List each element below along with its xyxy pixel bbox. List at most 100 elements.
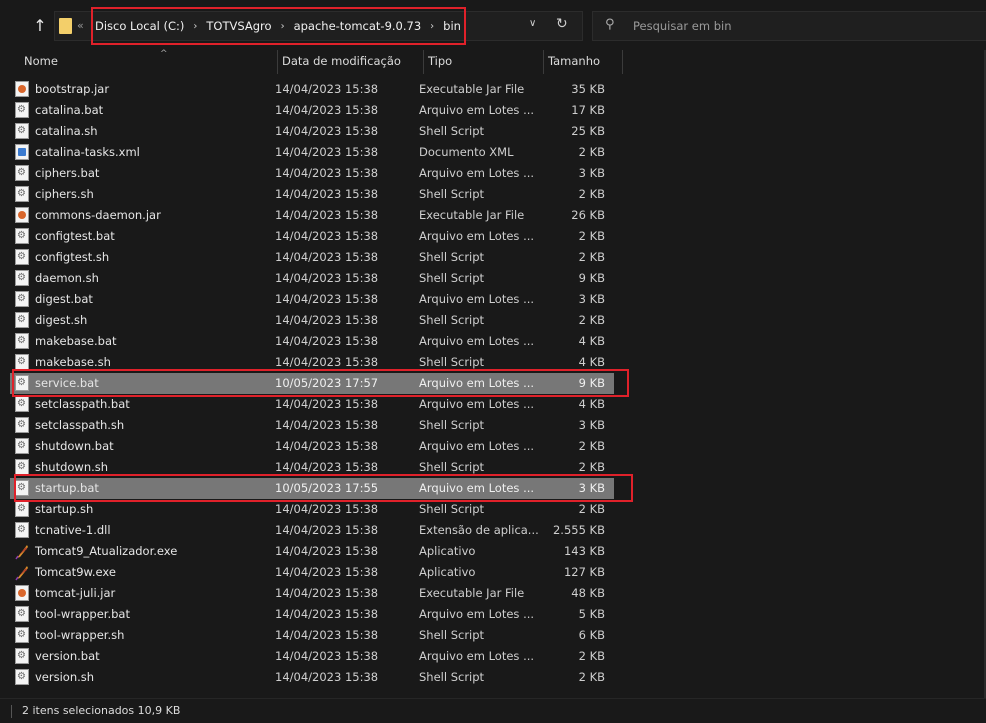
sh-file-icon: ⚙ (15, 417, 29, 433)
file-row[interactable]: ⚙ setclasspath.sh 14/04/2023 15:38 Shell Sc… (10, 415, 614, 436)
file-date: 14/04/2023 15:38 (275, 166, 379, 180)
file-row[interactable]: ⚙ digest.sh 14/04/2023 15:38 Shell Script 2 … (10, 310, 614, 331)
sh-file-icon: ⚙ (15, 312, 29, 328)
file-size: 2 KB (578, 229, 605, 243)
file-row[interactable]: ⚙ digest.bat 14/04/2023 15:38 Arquivo em Lo… (10, 289, 614, 310)
search-icon: ⚲ (605, 17, 615, 32)
file-row[interactable]: ⚙ setclasspath.bat 14/04/2023 15:38 Arquivo… (10, 394, 614, 415)
file-name: catalina.sh (35, 124, 98, 138)
file-row[interactable]: commons-daemon.jar 14/04/2023 15:38 Execut… (10, 205, 614, 226)
file-date: 14/04/2023 15:38 (275, 103, 379, 117)
arrow-up-icon[interactable]: ↑ (30, 15, 50, 37)
file-size: 3 KB (578, 418, 605, 432)
file-name: version.sh (35, 670, 95, 684)
file-date: 14/04/2023 15:38 (275, 250, 379, 264)
file-row[interactable]: ⚙ catalina.bat 14/04/2023 15:38 Arquivo em … (10, 100, 614, 121)
file-name: catalina-tasks.xml (35, 145, 140, 159)
file-size: 17 KB (571, 103, 605, 117)
file-row[interactable]: tomcat-juli.jar 14/04/2023 15:38 Executabl… (10, 583, 614, 604)
column-header-size[interactable]: Tamanho (544, 50, 623, 74)
sh-file-icon: ⚙ (15, 501, 29, 517)
file-type: Executable Jar File (419, 586, 525, 600)
column-header: ^ Nome Data de modificação Tipo Tamanho (10, 49, 986, 74)
file-size: 2 KB (578, 502, 605, 516)
refresh-icon[interactable]: ↻ (556, 16, 568, 32)
file-name: tool-wrapper.bat (35, 607, 130, 621)
file-date: 14/04/2023 15:38 (275, 586, 379, 600)
file-name: commons-daemon.jar (35, 208, 161, 222)
file-name: configtest.bat (35, 229, 115, 243)
file-row[interactable]: ⚙ startup.sh 14/04/2023 15:38 Shell Script 2… (10, 499, 614, 520)
file-type: Arquivo em Lotes ... (419, 649, 535, 663)
file-date: 14/04/2023 15:38 (275, 460, 379, 474)
file-name: tcnative-1.dll (35, 523, 111, 537)
file-type: Shell Script (419, 460, 485, 474)
file-row[interactable]: ⚙ ciphers.bat 14/04/2023 15:38 Arquivo em L… (10, 163, 614, 184)
file-size: 4 KB (578, 397, 605, 411)
sh-file-icon: ⚙ (15, 186, 29, 202)
startup-bat-highlight-box (14, 474, 633, 502)
address-highlight-box (91, 7, 466, 45)
file-size: 2 KB (578, 145, 605, 159)
file-name: digest.sh (35, 313, 88, 327)
file-date: 14/04/2023 15:38 (275, 292, 379, 306)
file-date: 14/04/2023 15:38 (275, 544, 379, 558)
file-row[interactable]: ⚙ shutdown.bat 14/04/2023 15:38 Arquivo em … (10, 436, 614, 457)
file-date: 14/04/2023 15:38 (275, 82, 379, 96)
file-type: Shell Script (419, 187, 485, 201)
file-type: Shell Script (419, 271, 485, 285)
tomcat-feather-icon (15, 564, 29, 581)
tomcat-feather-icon (15, 543, 29, 560)
file-row[interactable]: ⚙ catalina.sh 14/04/2023 15:38 Shell Script… (10, 121, 614, 142)
file-size: 2 KB (578, 313, 605, 327)
bat-file-icon: ⚙ (15, 291, 29, 307)
search-box[interactable]: ⚲ Pesquisar em bin (592, 11, 986, 41)
file-row[interactable]: ⚙ tcnative-1.dll 14/04/2023 15:38 Extensão … (10, 520, 614, 541)
file-type: Shell Script (419, 355, 485, 369)
file-size: 26 KB (571, 208, 605, 222)
file-size: 127 KB (563, 565, 605, 579)
service-bat-highlight-box (12, 369, 629, 397)
file-row[interactable]: ⚙ version.sh 14/04/2023 15:38 Shell Script 2… (10, 667, 614, 688)
file-row[interactable]: ⚙ configtest.sh 14/04/2023 15:38 Shell Scri… (10, 247, 614, 268)
file-date: 14/04/2023 15:38 (275, 208, 379, 222)
file-row[interactable]: ⚙ makebase.bat 14/04/2023 15:38 Arquivo em … (10, 331, 614, 352)
file-name: tool-wrapper.sh (35, 628, 125, 642)
file-name: version.bat (35, 649, 100, 663)
file-name: makebase.bat (35, 334, 117, 348)
file-row[interactable]: Tomcat9_Atualizador.exe 14/04/2023 15:38 A… (10, 541, 614, 562)
file-type: Shell Script (419, 250, 485, 264)
file-type: Documento XML (419, 145, 514, 159)
file-date: 14/04/2023 15:38 (275, 313, 379, 327)
file-type: Shell Script (419, 124, 485, 138)
file-row[interactable]: catalina-tasks.xml 14/04/2023 15:38 Docume… (10, 142, 614, 163)
file-name: Tomcat9_Atualizador.exe (35, 544, 178, 558)
file-row[interactable]: ⚙ tool-wrapper.sh 14/04/2023 15:38 Shell Sc… (10, 625, 614, 646)
jar-file-icon (15, 81, 29, 97)
file-row[interactable]: ⚙ tool-wrapper.bat 14/04/2023 15:38 Arquivo… (10, 604, 614, 625)
file-size: 35 KB (571, 82, 605, 96)
chevron-down-icon[interactable]: ∨ (529, 18, 536, 29)
file-type: Arquivo em Lotes ... (419, 292, 535, 306)
file-date: 14/04/2023 15:38 (275, 187, 379, 201)
file-row[interactable]: ⚙ configtest.bat 14/04/2023 15:38 Arquivo e… (10, 226, 614, 247)
column-header-date[interactable]: Data de modificação (278, 50, 424, 74)
file-type: Aplicativo (419, 544, 476, 558)
file-size: 48 KB (571, 586, 605, 600)
file-name: digest.bat (35, 292, 93, 306)
file-name: ciphers.bat (35, 166, 100, 180)
file-name: Tomcat9w.exe (35, 565, 116, 579)
file-row[interactable]: bootstrap.jar 14/04/2023 15:38 Executable … (10, 79, 614, 100)
column-header-type[interactable]: Tipo (424, 50, 544, 74)
file-row[interactable]: ⚙ daemon.sh 14/04/2023 15:38 Shell Script 9 … (10, 268, 614, 289)
file-type: Shell Script (419, 418, 485, 432)
column-header-name[interactable]: ^ Nome (20, 49, 278, 74)
file-date: 14/04/2023 15:38 (275, 145, 379, 159)
file-date: 14/04/2023 15:38 (275, 334, 379, 348)
file-row[interactable]: ⚙ ciphers.sh 14/04/2023 15:38 Shell Script 2… (10, 184, 614, 205)
file-row[interactable]: ⚙ version.bat 14/04/2023 15:38 Arquivo em L… (10, 646, 614, 667)
file-row[interactable]: Tomcat9w.exe 14/04/2023 15:38 Aplicativo 12… (10, 562, 614, 583)
file-size: 2 KB (578, 670, 605, 684)
file-type: Shell Script (419, 313, 485, 327)
overflow-chevron-icon[interactable]: « (77, 19, 84, 32)
